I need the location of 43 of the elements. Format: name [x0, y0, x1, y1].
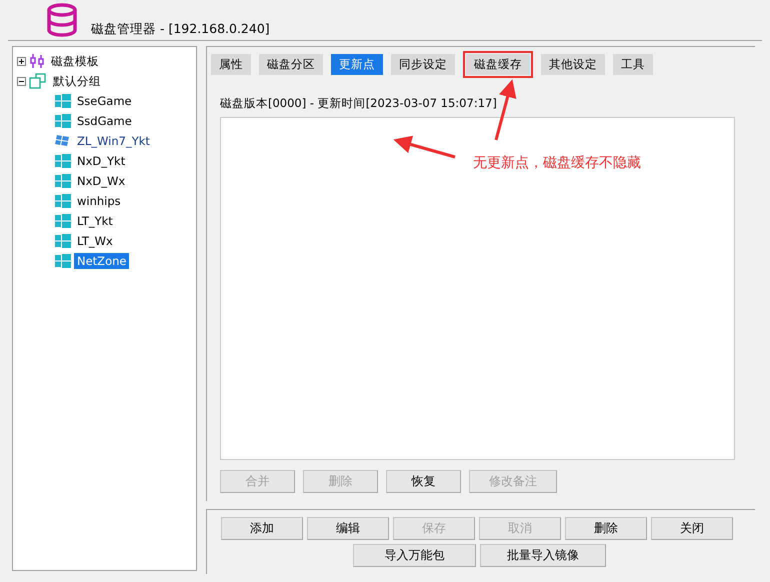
windows-icon [55, 254, 71, 268]
action-button[interactable]: 批量导入镜像 [480, 544, 606, 567]
tab[interactable]: 磁盘分区 [259, 54, 323, 75]
collapse-icon[interactable] [17, 76, 26, 86]
tree-item[interactable]: SseGame [74, 93, 135, 109]
version-label: 磁盘版本[0000] - 更新时间[2023-03-07 15:07:17] [220, 96, 498, 111]
windows-icon [55, 94, 71, 108]
action-button[interactable]: 删除 [565, 517, 647, 540]
annotation-text: 无更新点，磁盘缓存不隐藏 [473, 154, 641, 172]
windows-icon [55, 194, 71, 208]
tree-item[interactable]: NxD_Wx [74, 173, 128, 189]
tree-item[interactable]: LT_Wx [74, 233, 116, 249]
windows-icon [55, 134, 71, 148]
action-button[interactable]: 导入万能包 [353, 544, 476, 567]
tree-item[interactable]: LT_Ykt [74, 213, 116, 229]
action-button[interactable]: 编辑 [307, 517, 389, 540]
action-button[interactable]: 关闭 [651, 517, 733, 540]
windows-icon [55, 114, 71, 128]
tab[interactable]: 其他设定 [541, 54, 605, 75]
action-button[interactable]: 添加 [221, 517, 303, 540]
group-icon [29, 73, 47, 89]
tree-item[interactable]: 磁盘模板 [48, 52, 102, 70]
tab[interactable]: 属性 [211, 54, 251, 75]
tree-item[interactable]: 默认分组 [50, 72, 104, 90]
tab[interactable]: 工具 [613, 54, 653, 75]
action-button[interactable]: 恢复 [386, 470, 461, 493]
windows-icon [55, 234, 71, 248]
windows-icon [55, 174, 71, 188]
tree-item[interactable]: SsdGame [74, 113, 135, 129]
tree-item[interactable]: ZL_Win7_Ykt [74, 133, 153, 149]
annotation-arrow [393, 136, 456, 158]
tree-item[interactable]: NxD_Ykt [74, 153, 128, 169]
tree-item[interactable]: winhips [74, 193, 124, 209]
tree-item[interactable]: NetZone [74, 253, 130, 269]
tab[interactable]: 同步设定 [391, 54, 455, 75]
windows-icon [55, 154, 71, 168]
tab[interactable]: 磁盘缓存 [466, 54, 530, 75]
window-title: 磁盘管理器 - [192.168.0.240] [91, 21, 270, 38]
windows-icon [55, 214, 71, 228]
tab[interactable]: 更新点 [331, 54, 383, 75]
expand-icon[interactable] [17, 56, 26, 66]
template-icon [29, 53, 45, 69]
database-icon [45, 3, 79, 37]
